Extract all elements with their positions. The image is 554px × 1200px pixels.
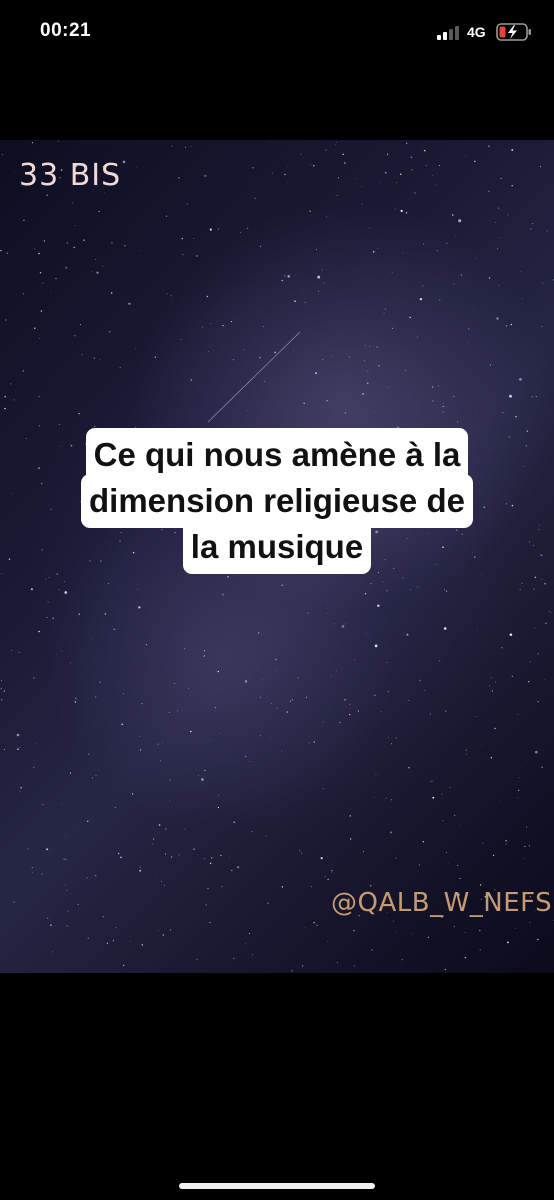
network-label: 4G [467, 24, 486, 40]
battery-charging-icon [496, 23, 531, 41]
status-time: 00:21 [40, 20, 92, 41]
caption-line-3: la musique [182, 520, 372, 574]
screen: 00:21 4G 33 BIS Ce qui nous amène à la d… [0, 0, 554, 1200]
signal-bars-icon [437, 26, 459, 40]
story-image: 33 BIS Ce qui nous amène à la dimension … [0, 140, 554, 973]
caption-block: Ce qui nous amène à la dimension religie… [0, 428, 554, 574]
account-handle: @QALB_W_NEFS [331, 888, 553, 918]
home-indicator[interactable] [179, 1183, 375, 1189]
corner-tag: 33 BIS [19, 158, 122, 193]
status-bar: 00:21 4G [0, 0, 554, 70]
